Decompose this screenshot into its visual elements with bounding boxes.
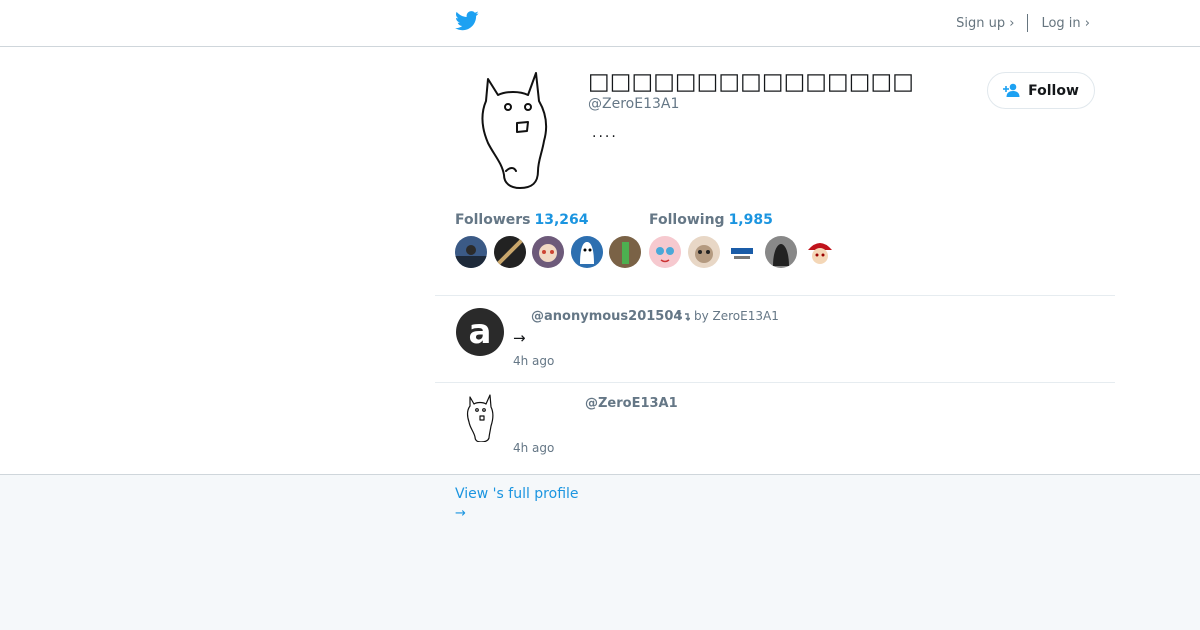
followers-count: 13,264 [534, 212, 589, 228]
followers-label: Followers [455, 212, 531, 228]
follower-avatar[interactable] [494, 236, 526, 268]
follower-avatar[interactable] [609, 236, 641, 268]
profile-bio: .... [592, 125, 618, 141]
following-avatar[interactable] [649, 236, 681, 268]
tweet-timestamp[interactable]: 4h ago [513, 441, 554, 455]
retweet-by-label: by ZeroE13A1 [694, 309, 779, 323]
add-user-icon [1003, 83, 1020, 97]
retweet-info: by ZeroE13A1 [677, 309, 779, 323]
following-avatar[interactable] [726, 236, 758, 268]
follower-avatar[interactable] [532, 236, 564, 268]
following-stat[interactable]: Following 1,985 [649, 212, 773, 228]
following-count: 1,985 [728, 212, 773, 228]
retweet-icon [677, 311, 690, 321]
arrow-right-icon[interactable]: → [455, 506, 466, 521]
tweet-avatar[interactable] [466, 394, 494, 442]
timeline-divider [435, 295, 1115, 296]
login-link[interactable]: Log in › [1041, 16, 1090, 31]
signup-link[interactable]: Sign up › [956, 16, 1014, 31]
auth-nav: Sign up › Log in › [956, 14, 1090, 32]
followers-stat[interactable]: Followers 13,264 [455, 212, 589, 228]
profile-handle: @ZeroE13A1 [588, 96, 680, 112]
follow-button[interactable]: Follow [987, 72, 1095, 109]
tweet-avatar[interactable]: a [456, 308, 504, 356]
profile-card: □□□□□□□□□□□□□□□ @ZeroE13A1 .... Follow F… [0, 47, 1200, 474]
footer: View 's full profile → [0, 474, 1200, 630]
twitter-bird-icon[interactable] [455, 11, 479, 31]
tweet-author-handle[interactable]: @ZeroE13A1 [585, 396, 678, 411]
follower-avatar[interactable] [455, 236, 487, 268]
following-avatar[interactable] [688, 236, 720, 268]
top-bar: Sign up › Log in › [0, 0, 1200, 47]
view-full-profile-link[interactable]: View 's full profile [455, 486, 579, 502]
profile-display-name: □□□□□□□□□□□□□□□ [588, 69, 914, 95]
svg-text:a: a [469, 312, 492, 352]
following-label: Following [649, 212, 725, 228]
tweet-timestamp[interactable]: 4h ago [513, 354, 554, 368]
follow-label: Follow [1028, 82, 1079, 99]
profile-avatar[interactable] [476, 71, 556, 189]
nav-divider [1027, 14, 1029, 32]
tweet-author-handle[interactable]: @anonymous201504 [531, 309, 682, 324]
following-avatar[interactable] [765, 236, 797, 268]
tweet-text: → [513, 329, 526, 347]
follower-avatar[interactable] [571, 236, 603, 268]
following-avatar[interactable] [804, 236, 836, 268]
tweet-divider [435, 382, 1115, 383]
